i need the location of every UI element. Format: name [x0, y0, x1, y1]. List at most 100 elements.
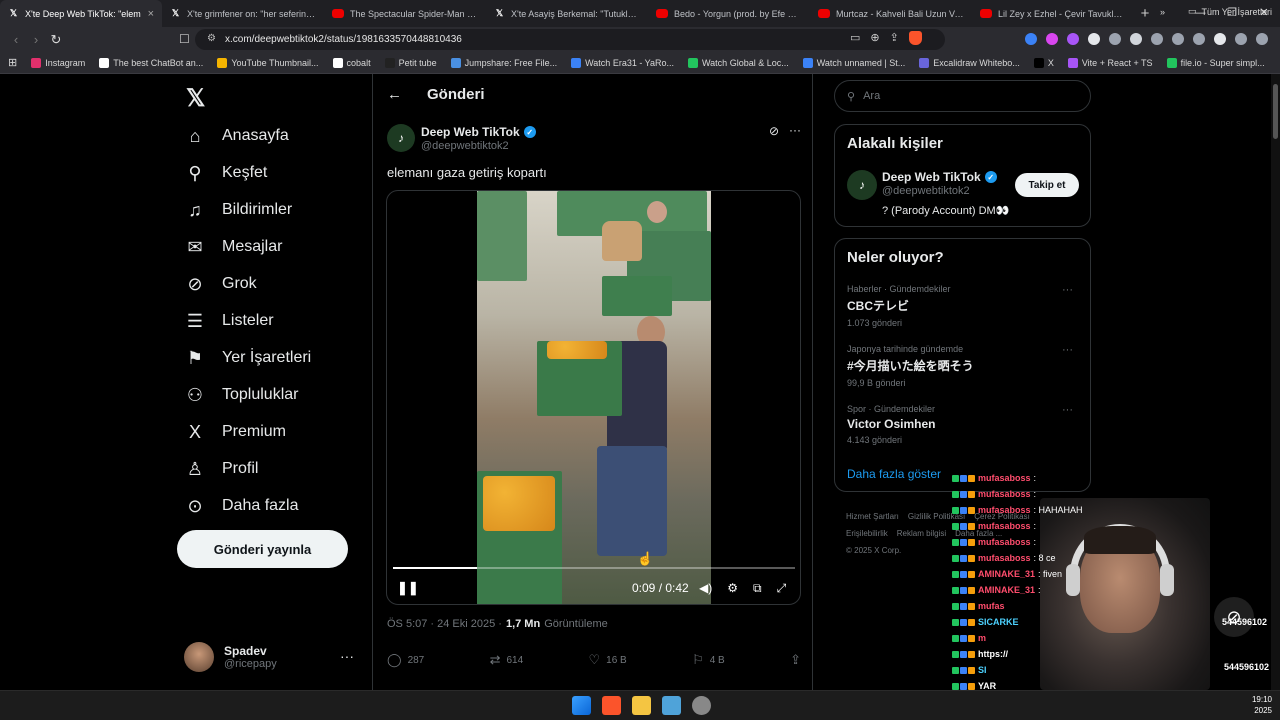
- nav-item-listeler[interactable]: ☰ Listeler: [184, 306, 274, 336]
- settings-icon[interactable]: ⚙: [727, 581, 738, 595]
- bookmark-item[interactable]: file.io - Super simpl...: [1166, 57, 1265, 68]
- extension-icon[interactable]: [1130, 33, 1142, 45]
- trend-item[interactable]: Haberler · Gündemdekiler CBCテレビ 1.073 gönd…: [847, 284, 1079, 328]
- nav-item-profil[interactable]: ♙ Profil: [184, 454, 259, 484]
- bookmark-item[interactable]: Vite + React + TS: [1067, 57, 1153, 68]
- bookmark-item[interactable]: Watch Global & Loc...: [688, 57, 789, 68]
- url-field[interactable]: ☐ ⚙ x.com/deepwebtiktok2/status/19816335…: [179, 29, 945, 50]
- bookmark-item[interactable]: The best ChatBot an...: [99, 57, 203, 68]
- extension-icon[interactable]: [1067, 33, 1079, 45]
- video-progress-bar[interactable]: [393, 567, 795, 569]
- bookmark-button[interactable]: ⚐ 4 B: [692, 652, 725, 668]
- bookmark-page-icon[interactable]: ☐: [179, 32, 190, 46]
- share-icon[interactable]: ⇪: [890, 31, 899, 45]
- nav-item-premium[interactable]: X Premium: [184, 417, 286, 447]
- bookmark-item[interactable]: Watch unnamed | St...: [802, 57, 905, 68]
- forward-nav-icon[interactable]: ›: [26, 32, 46, 47]
- site-settings-icon[interactable]: ⚙: [207, 33, 216, 44]
- browser-tab[interactable]: Murtcaz - Kahveli Bali Uzun Versiyon: [810, 0, 972, 27]
- bookmark-item[interactable]: YouTube Thumbnail...: [217, 57, 319, 68]
- post-author-avatar[interactable]: ♪: [387, 124, 415, 152]
- browser-tab[interactable]: Lil Zey x Ezhel - Çevir Tavukları (Offic: [972, 0, 1134, 27]
- bookmark-item[interactable]: cobalt: [332, 57, 371, 68]
- brave-shields-icon[interactable]: [908, 31, 922, 45]
- bookmark-item[interactable]: Watch Era31 - YaRo...: [571, 57, 674, 68]
- more-dots-icon[interactable]: ···: [789, 123, 801, 137]
- post-author-name-row[interactable]: Deep Web TikTok ✓: [421, 125, 536, 139]
- fullscreen-icon[interactable]: ⤢: [777, 581, 787, 596]
- media-icon[interactable]: [1214, 33, 1226, 45]
- search-input[interactable]: ⚲ Ara: [834, 80, 1091, 112]
- back-nav-icon[interactable]: ‹: [6, 32, 26, 47]
- follow-button[interactable]: Takip et: [1015, 173, 1079, 197]
- extensions-puzzle-icon[interactable]: [1151, 33, 1163, 45]
- back-arrow-icon[interactable]: ←: [387, 86, 402, 103]
- grok-icon[interactable]: ⊘: [769, 124, 779, 138]
- close-tab-icon[interactable]: ×: [148, 8, 154, 20]
- volume-icon[interactable]: ◀): [699, 581, 712, 595]
- nav-item-mesajlar[interactable]: ✉ Mesajlar: [184, 232, 282, 262]
- pause-icon[interactable]: ❚❚: [397, 579, 419, 597]
- brave-taskbar-icon[interactable]: [602, 696, 621, 715]
- new-tab-button[interactable]: +: [1134, 5, 1156, 22]
- related-handle[interactable]: @deepwebtiktok2: [882, 185, 970, 197]
- more-dots-icon[interactable]: ···: [1062, 404, 1073, 416]
- app-taskbar-icon[interactable]: [692, 696, 711, 715]
- all-bookmarks[interactable]: » ▭ Tüm Yer İşaretleri: [1160, 6, 1272, 17]
- mail-taskbar-icon[interactable]: [662, 696, 681, 715]
- vpn-icon[interactable]: [1235, 33, 1247, 45]
- post-author-handle[interactable]: @deepwebtiktok2: [421, 140, 509, 152]
- video-frame[interactable]: [477, 191, 711, 604]
- nav-item-bildirimler[interactable]: ♫ Bildirimler: [184, 195, 292, 225]
- menu-icon[interactable]: [1256, 33, 1268, 45]
- share-button[interactable]: ⇪: [790, 652, 801, 668]
- nav-item-daha-fazla[interactable]: ⊙ Daha fazla: [184, 491, 298, 521]
- extension-icon[interactable]: [1046, 33, 1058, 45]
- cast-icon[interactable]: ▭: [850, 31, 860, 45]
- extension-icon[interactable]: [1109, 33, 1121, 45]
- page-scrollbar[interactable]: [1271, 74, 1280, 690]
- repost-button[interactable]: ⇄ 614: [490, 652, 524, 668]
- video-player[interactable]: ❚❚ 0:09 / 0:42 ◀) ⚙ ⧉ ⤢ ☝: [386, 190, 801, 605]
- nav-item-yer-i-şaretleri[interactable]: ⚑ Yer İşaretleri: [184, 343, 311, 373]
- scrollbar-thumb[interactable]: [1273, 84, 1278, 139]
- bookmark-item[interactable]: Excalidraw Whitebo...: [919, 57, 1020, 68]
- taskbar-clock[interactable]: 19:10 2025: [1252, 694, 1272, 716]
- bookmark-item[interactable]: X: [1033, 57, 1054, 68]
- file-explorer-icon[interactable]: [632, 696, 651, 715]
- browser-tab[interactable]: 𝕏 X'te Asayiş Berkemal: "Tutuklanan şa: [486, 0, 648, 27]
- pip-icon[interactable]: ⧉: [753, 581, 762, 596]
- windows-start-icon[interactable]: [572, 696, 591, 715]
- browser-tab[interactable]: Bedo - Yorgun (prod. by Efe Can) - Yo: [648, 0, 810, 27]
- show-more-link[interactable]: Daha fazla göster: [847, 467, 941, 481]
- chevron-more-icon[interactable]: »: [1160, 7, 1165, 17]
- browser-tab[interactable]: The Spectacular Spider-Man Music V: [324, 0, 486, 27]
- sidebar-icon[interactable]: [1172, 33, 1184, 45]
- downloads-icon[interactable]: [1193, 33, 1205, 45]
- reload-icon[interactable]: ↻: [46, 32, 66, 48]
- related-avatar[interactable]: ♪: [847, 170, 877, 200]
- nav-item-keşfet[interactable]: ⚲ Keşfet: [184, 158, 267, 188]
- bookmark-item[interactable]: Instagram: [31, 57, 85, 68]
- related-name-row[interactable]: Deep Web TikTok ✓: [882, 170, 997, 184]
- zoom-icon[interactable]: ⊕: [870, 31, 879, 45]
- more-dots-icon[interactable]: ···: [340, 648, 354, 664]
- reply-button[interactable]: ◯ 287: [387, 652, 424, 668]
- nav-item-topluluklar[interactable]: ⚇ Topluluklar: [184, 380, 299, 410]
- bookmark-item[interactable]: Petit tube: [384, 57, 437, 68]
- footer-link[interactable]: Reklam bilgisi: [897, 529, 946, 538]
- apps-grid-icon[interactable]: ⊞: [8, 56, 17, 69]
- trend-item[interactable]: Japonya tarihinde gündemde #今月描いた絵を晒そう 99,…: [847, 344, 1079, 388]
- browser-tab[interactable]: 𝕏 X'te grimfener on: "her seferinde yan: [162, 0, 324, 27]
- bookmark-item[interactable]: Jumpshare: Free File...: [450, 57, 557, 68]
- footer-link[interactable]: Hizmet Şartları: [846, 512, 899, 521]
- extension-icon[interactable]: [1088, 33, 1100, 45]
- footer-link[interactable]: Erişilebilirlik: [846, 529, 888, 538]
- post-button[interactable]: Gönderi yayınla: [177, 530, 348, 568]
- like-button[interactable]: ♡ 16 B: [589, 652, 627, 668]
- extension-icon[interactable]: [1025, 33, 1037, 45]
- post-timestamp[interactable]: ÖS 5:07 · 24 Eki 2025 ·: [387, 618, 502, 630]
- x-logo-icon[interactable]: 𝕏: [186, 84, 205, 113]
- browser-tab[interactable]: 𝕏 X'te Deep Web TikTok: "elem ×: [0, 0, 162, 27]
- account-switcher[interactable]: Spadev @ricepapy ···: [184, 636, 364, 678]
